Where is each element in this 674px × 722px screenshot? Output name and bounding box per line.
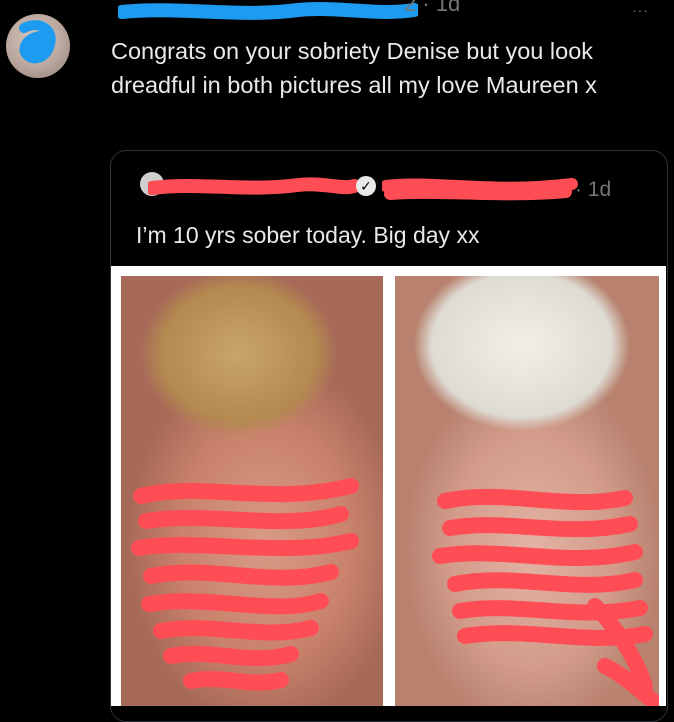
reply-timestamp[interactable]: 2 · 1d (404, 0, 460, 17)
quoted-handle-redaction (382, 178, 578, 201)
reply-author-avatar[interactable] (6, 14, 70, 78)
quoted-media-collage[interactable] (111, 266, 666, 706)
quoted-timestamp[interactable]: · 1d (575, 178, 611, 202)
reply-text: Congrats on your sobriety Denise but you… (111, 38, 597, 98)
face-redaction-left (131, 478, 359, 691)
avatar-redaction (19, 20, 56, 64)
after-photo[interactable] (395, 276, 659, 706)
quoted-tweet-text: I’m 10 yrs sober today. Big day xx (136, 222, 480, 248)
more-options-icon[interactable]: ··· (632, 2, 649, 18)
before-photo[interactable] (121, 276, 383, 706)
face-redaction-right (432, 488, 659, 706)
quoted-author-name-redaction (148, 177, 358, 195)
author-name-redaction (118, 2, 418, 20)
verified-badge-icon: ✓ (356, 176, 376, 196)
